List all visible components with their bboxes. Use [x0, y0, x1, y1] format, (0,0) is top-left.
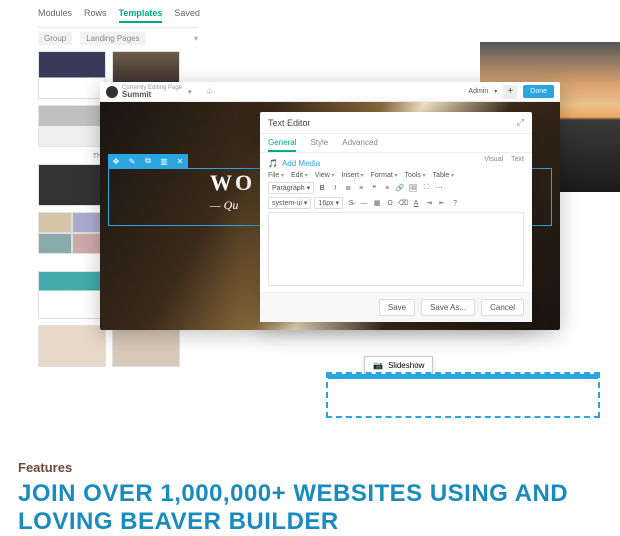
marketing-headline: JOIN OVER 1,000,000+ WEBSITES USING AND … [18, 480, 620, 536]
template-thumb[interactable] [38, 105, 106, 147]
tab-rows[interactable]: Rows [84, 8, 107, 23]
more-icon[interactable]: ⋯ [434, 183, 444, 193]
link-icon[interactable]: 🔗 [395, 183, 405, 193]
add-media-label: Add Media [282, 159, 320, 168]
visual-tab[interactable]: Visual [484, 156, 503, 163]
slideshow-label: Slideshow [388, 361, 424, 370]
tab-general[interactable]: General [268, 138, 296, 152]
char-icon[interactable]: Ω [385, 198, 395, 208]
size-select[interactable]: 16px ▾ [314, 197, 343, 209]
tab-templates[interactable]: Templates [119, 8, 163, 23]
template-thumb[interactable] [38, 212, 106, 254]
save-as-button[interactable]: Save As... [421, 299, 475, 316]
menu-edit[interactable]: Edit [291, 172, 308, 179]
clear-icon[interactable]: ⌫ [398, 198, 408, 208]
selection-toolbar: ✥ ✎ ⧉ ▥ ✕ [108, 154, 188, 168]
menu-file[interactable]: File [268, 172, 284, 179]
italic-icon[interactable]: I [330, 183, 340, 193]
editor-topbar: Currently Editing Page Summit ▾ ♤ Admin … [100, 82, 560, 102]
tab-advanced[interactable]: Advanced [342, 138, 378, 152]
bell-icon[interactable]: ♤ [206, 86, 214, 97]
tab-modules[interactable]: Modules [38, 8, 72, 23]
tab-style[interactable]: Style [310, 138, 328, 152]
add-button[interactable]: + [503, 85, 517, 99]
menu-table[interactable]: Table [433, 172, 454, 179]
ol-icon[interactable]: ≡ [356, 183, 366, 193]
save-button[interactable]: Save [379, 299, 415, 316]
done-button[interactable]: Done [523, 85, 554, 98]
fullscreen-icon[interactable]: ⛶ [421, 183, 431, 193]
color-icon[interactable]: A [411, 198, 421, 208]
menu-tools[interactable]: Tools [405, 172, 426, 179]
rte-toolbar-1: Paragraph ▾ B I ≣ ≡ ❝ ≡ 🔗 🖼 ⛶ ⋯ [268, 182, 524, 194]
popup-footer: Save Save As... Cancel [260, 292, 532, 322]
menu-insert[interactable]: Insert [341, 172, 363, 179]
format-select[interactable]: Paragraph ▾ [268, 182, 314, 194]
popup-title: Text Editor [268, 118, 311, 128]
template-thumb[interactable] [38, 325, 106, 367]
template-thumb[interactable] [112, 325, 180, 367]
popup-header[interactable]: Text Editor ⤢ [260, 112, 532, 134]
duplicate-icon[interactable]: ⧉ [140, 154, 156, 168]
template-thumb[interactable] [38, 164, 106, 206]
view-mode-tabs: Visual Text [484, 156, 524, 163]
cancel-button[interactable]: Cancel [481, 299, 524, 316]
menu-format[interactable]: Format [371, 172, 398, 179]
slideshow-icon: 📷 [373, 361, 383, 370]
close-icon[interactable]: ✕ [172, 154, 188, 168]
columns-icon[interactable]: ▥ [156, 154, 172, 168]
features-label: Features [18, 460, 72, 475]
headline-big: WO [210, 170, 255, 196]
panel-tabs: Modules Rows Templates Saved [38, 8, 198, 28]
wrench-icon[interactable]: ✎ [124, 154, 140, 168]
slideshow-dropzone[interactable] [326, 372, 600, 418]
ul-icon[interactable]: ≣ [343, 183, 353, 193]
user-label[interactable]: Admin [468, 88, 488, 95]
strike-icon[interactable]: S̶ [346, 198, 356, 208]
outdent-icon[interactable]: ⇤ [437, 198, 447, 208]
subtab-category[interactable]: Landing Pages [80, 32, 145, 45]
align-icon[interactable]: ≡ [382, 183, 392, 193]
brand-icon [106, 86, 118, 98]
media-icon: 🎵 [268, 159, 278, 168]
move-icon[interactable]: ✥ [108, 154, 124, 168]
chevron-down-icon[interactable]: ▾ [194, 34, 198, 43]
image-icon[interactable]: 🖼 [408, 183, 418, 193]
template-thumb[interactable] [38, 271, 106, 319]
page-title: Summit [122, 91, 182, 99]
hr-icon[interactable]: — [359, 198, 369, 208]
quote-icon[interactable]: ❝ [369, 183, 379, 193]
chevron-down-icon[interactable]: ▾ [188, 88, 192, 96]
panel-subtabs: Group Landing Pages ▾ [38, 32, 198, 45]
rte-toolbar-2: system-ui ▾ 16px ▾ S̶ — ▦ Ω ⌫ A ⇥ ⇤ ? [268, 197, 524, 209]
hero-headline: WO — Qu [210, 170, 255, 213]
text-editor-popup: Text Editor ⤢ General Style Advanced Vis… [260, 112, 532, 322]
menu-view[interactable]: View [315, 172, 335, 179]
font-select[interactable]: system-ui ▾ [268, 197, 311, 209]
template-thumb[interactable] [38, 51, 106, 99]
indent-icon[interactable]: ⇥ [424, 198, 434, 208]
rich-text-area[interactable] [268, 212, 524, 286]
rte-menubar: File Edit View Insert Format Tools Table [268, 172, 524, 179]
tab-saved[interactable]: Saved [174, 8, 200, 23]
popup-tabs: General Style Advanced [260, 134, 532, 153]
text-tab[interactable]: Text [511, 156, 524, 163]
help-icon[interactable]: ? [450, 198, 460, 208]
headline-script: — Qu [210, 198, 255, 213]
subtab-group[interactable]: Group [38, 32, 72, 45]
bold-icon[interactable]: B [317, 183, 327, 193]
table-icon[interactable]: ▦ [372, 198, 382, 208]
expand-icon[interactable]: ⤢ [517, 117, 524, 128]
